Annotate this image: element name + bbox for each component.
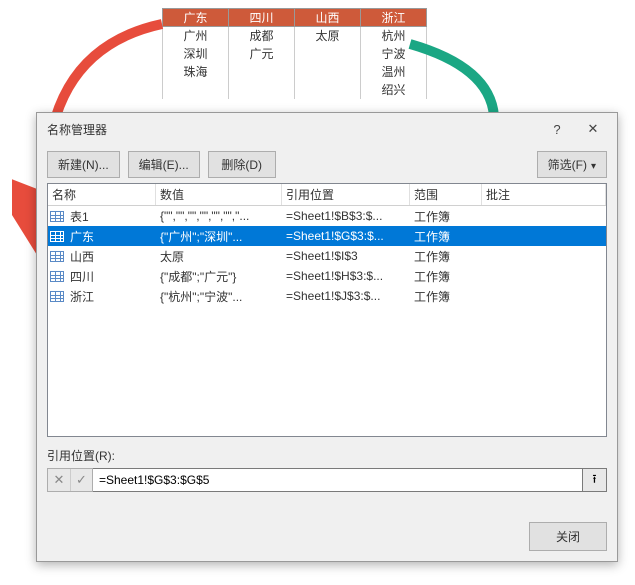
data-cell	[295, 45, 361, 63]
cell-ref: =Sheet1!$J$3:$...	[282, 289, 410, 303]
name-manager-dialog: 名称管理器 ? ✕ 新建(N)... 编辑(E)... 删除(D) 筛选(F) …	[36, 112, 618, 562]
data-cell	[295, 81, 361, 99]
name-sheet-icon	[48, 291, 66, 302]
data-cell: 广州	[163, 27, 229, 45]
data-cell: 太原	[295, 27, 361, 45]
list-header[interactable]: 名称 数值 引用位置 范围 批注	[48, 184, 606, 206]
data-cell	[229, 81, 295, 99]
cell-ref: =Sheet1!$H$3:$...	[282, 269, 410, 283]
cell-ref: =Sheet1!$I$3	[282, 249, 410, 263]
name-sheet-icon	[48, 271, 66, 282]
col-header-value[interactable]: 数值	[156, 184, 282, 205]
refers-to-input[interactable]	[93, 468, 583, 492]
cell-value: 太原	[156, 248, 282, 265]
list-row[interactable]: 浙江{"杭州";"宁波"...=Sheet1!$J$3:$...工作簿	[48, 286, 606, 306]
list-row[interactable]: 四川{"成都";"广元"}=Sheet1!$H$3:$...工作簿	[48, 266, 606, 286]
name-sheet-icon	[48, 251, 66, 262]
col-header-ref[interactable]: 引用位置	[282, 184, 410, 205]
data-cell	[163, 81, 229, 99]
cancel-ref-icon[interactable]: ✕	[48, 469, 70, 491]
col-header-name[interactable]: 名称	[48, 184, 156, 205]
cell-ref: =Sheet1!$G$3:$...	[282, 229, 410, 243]
data-cell: 广元	[229, 45, 295, 63]
close-button[interactable]: 关闭	[529, 522, 607, 551]
cell-value: {"广州";"深圳"...	[156, 228, 282, 245]
range-picker-icon[interactable]: ⭱	[583, 468, 607, 492]
cell-scope: 工作簿	[410, 228, 482, 245]
name-sheet-icon	[48, 211, 66, 222]
cell-name: 表1	[66, 208, 156, 225]
help-button[interactable]: ?	[539, 117, 575, 141]
name-sheet-icon	[48, 231, 66, 242]
col-header-scope[interactable]: 范围	[410, 184, 482, 205]
refers-to-label: 引用位置(R):	[47, 447, 607, 464]
col-header-comment[interactable]: 批注	[482, 184, 606, 205]
cell-name: 浙江	[66, 288, 156, 305]
cell-value: {"杭州";"宁波"...	[156, 288, 282, 305]
cell-scope: 工作簿	[410, 248, 482, 265]
cell-value: {"","","","","","","...	[156, 209, 282, 223]
col-header: 广东	[163, 9, 229, 27]
filter-button[interactable]: 筛选(F)	[537, 151, 607, 178]
cell-name: 四川	[66, 268, 156, 285]
cell-scope: 工作簿	[410, 208, 482, 225]
dialog-toolbar: 新建(N)... 编辑(E)... 删除(D) 筛选(F)	[37, 145, 617, 183]
col-header: 浙江	[361, 9, 427, 27]
edit-button[interactable]: 编辑(E)...	[128, 151, 200, 178]
data-cell	[295, 63, 361, 81]
new-button[interactable]: 新建(N)...	[47, 151, 120, 178]
cell-name: 广东	[66, 228, 156, 245]
col-header: 山西	[295, 9, 361, 27]
data-cell	[229, 63, 295, 81]
accept-ref-icon[interactable]: ✓	[70, 469, 92, 491]
cell-ref: =Sheet1!$B$3:$...	[282, 209, 410, 223]
source-data-table: 广东 四川 山西 浙江 广州 成都 太原 杭州 深圳 广元 宁波 珠海 温州 绍…	[162, 8, 427, 99]
data-cell: 温州	[361, 63, 427, 81]
refers-to-section: 引用位置(R): ✕ ✓ ⭱	[47, 447, 607, 492]
data-cell: 宁波	[361, 45, 427, 63]
list-row[interactable]: 广东{"广州";"深圳"...=Sheet1!$G$3:$...工作簿	[48, 226, 606, 246]
cell-name: 山西	[66, 248, 156, 265]
data-cell: 成都	[229, 27, 295, 45]
list-row[interactable]: 山西太原=Sheet1!$I$3工作簿	[48, 246, 606, 266]
col-header: 四川	[229, 9, 295, 27]
data-cell: 深圳	[163, 45, 229, 63]
data-cell: 绍兴	[361, 81, 427, 99]
list-row[interactable]: 表1{"","","","","","","...=Sheet1!$B$3:$.…	[48, 206, 606, 226]
data-cell: 杭州	[361, 27, 427, 45]
names-list[interactable]: 名称 数值 引用位置 范围 批注 表1{"","","","","","",".…	[47, 183, 607, 437]
cell-scope: 工作簿	[410, 268, 482, 285]
data-cell: 珠海	[163, 63, 229, 81]
cell-scope: 工作簿	[410, 288, 482, 305]
dialog-title: 名称管理器	[47, 121, 539, 138]
dialog-titlebar[interactable]: 名称管理器 ? ✕	[37, 113, 617, 145]
cell-value: {"成都";"广元"}	[156, 268, 282, 285]
delete-button[interactable]: 删除(D)	[208, 151, 276, 178]
close-icon[interactable]: ✕	[575, 117, 611, 141]
